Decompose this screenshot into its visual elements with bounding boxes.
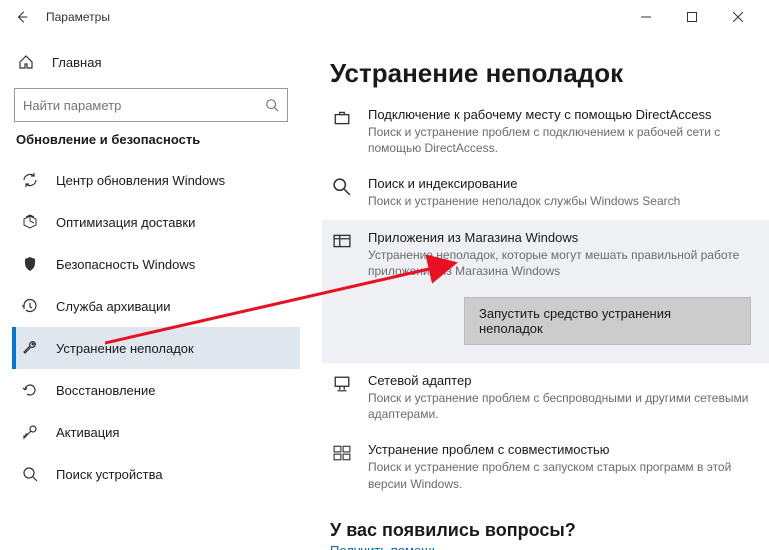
search-input[interactable] <box>23 98 265 113</box>
ts-desc: Поиск и устранение неполадок службы Wind… <box>368 193 680 209</box>
questions-heading: У вас появились вопросы? <box>330 520 751 541</box>
back-button[interactable] <box>8 3 36 31</box>
ts-desc: Поиск и устранение проблем с беспроводны… <box>368 390 751 422</box>
key-icon <box>22 424 38 440</box>
delivery-icon <box>22 214 38 230</box>
search-icon <box>265 98 279 112</box>
ts-item-compat[interactable]: Устранение проблем с совместимостью Поис… <box>330 432 751 501</box>
minimize-button[interactable] <box>623 2 669 32</box>
minimize-icon <box>641 12 651 22</box>
title-bar: Параметры <box>0 0 769 34</box>
ts-title: Подключение к рабочему месту с помощью D… <box>368 107 751 122</box>
get-help-link[interactable]: Получить помощь <box>330 543 751 550</box>
sidebar-label: Поиск устройства <box>56 467 163 482</box>
sidebar-label: Восстановление <box>56 383 155 398</box>
sidebar-label: Устранение неполадок <box>56 341 194 356</box>
ts-title: Сетевой адаптер <box>368 373 751 388</box>
sidebar-item-troubleshoot[interactable]: Устранение неполадок <box>12 327 300 369</box>
window-title: Параметры <box>46 10 110 24</box>
ts-item-directaccess[interactable]: Подключение к рабочему месту с помощью D… <box>330 97 751 166</box>
close-button[interactable] <box>715 2 761 32</box>
sidebar-label: Служба архивации <box>56 299 171 314</box>
network-icon <box>333 375 351 393</box>
ts-item-store-apps[interactable]: Приложения из Магазина Windows Устранени… <box>322 220 769 363</box>
maximize-button[interactable] <box>669 2 715 32</box>
main-panel: Устранение неполадок Подключение к рабоч… <box>300 34 769 550</box>
sidebar: Главная Обновление и безопасность Центр … <box>0 34 300 550</box>
sidebar-item-backup[interactable]: Служба архивации <box>12 285 300 327</box>
page-title: Устранение неполадок <box>330 58 751 89</box>
recovery-icon <box>22 382 38 398</box>
sidebar-item-delivery[interactable]: Оптимизация доставки <box>12 201 300 243</box>
home-label: Главная <box>52 55 101 70</box>
sync-icon <box>22 172 38 188</box>
search-box[interactable] <box>14 88 288 122</box>
run-troubleshooter-button[interactable]: Запустить средство устранения неполадок <box>464 297 751 345</box>
sidebar-label: Центр обновления Windows <box>56 173 225 188</box>
ts-title: Поиск и индексирование <box>368 176 680 191</box>
ts-item-network[interactable]: Сетевой адаптер Поиск и устранение пробл… <box>330 363 751 432</box>
apps-icon <box>333 232 351 250</box>
briefcase-icon <box>333 109 351 127</box>
compat-icon <box>333 444 351 462</box>
sidebar-list: Центр обновления Windows Оптимизация дос… <box>12 159 300 495</box>
home-button[interactable]: Главная <box>12 44 300 80</box>
sidebar-item-update[interactable]: Центр обновления Windows <box>12 159 300 201</box>
backup-icon <box>22 298 38 314</box>
sidebar-item-security[interactable]: Безопасность Windows <box>12 243 300 285</box>
ts-desc: Поиск и устранение проблем с запуском ст… <box>368 459 751 491</box>
ts-desc: Поиск и устранение проблем с подключение… <box>368 124 751 156</box>
search-icon <box>333 178 351 196</box>
sidebar-item-activation[interactable]: Активация <box>12 411 300 453</box>
sidebar-label: Безопасность Windows <box>56 257 195 272</box>
arrow-left-icon <box>15 10 29 24</box>
ts-title: Приложения из Магазина Windows <box>368 230 751 245</box>
sidebar-label: Оптимизация доставки <box>56 215 195 230</box>
sidebar-item-find-device[interactable]: Поиск устройства <box>12 453 300 495</box>
find-device-icon <box>22 466 38 482</box>
sidebar-item-recovery[interactable]: Восстановление <box>12 369 300 411</box>
ts-title: Устранение проблем с совместимостью <box>368 442 751 457</box>
sidebar-label: Активация <box>56 425 119 440</box>
shield-icon <box>22 256 38 272</box>
home-icon <box>18 54 34 70</box>
close-icon <box>733 12 743 22</box>
ts-desc: Устранение неполадок, которые могут меша… <box>368 247 751 279</box>
section-header: Обновление и безопасность <box>16 132 300 147</box>
wrench-icon <box>22 340 38 356</box>
maximize-icon <box>687 12 697 22</box>
ts-item-search[interactable]: Поиск и индексирование Поиск и устранени… <box>330 166 751 219</box>
